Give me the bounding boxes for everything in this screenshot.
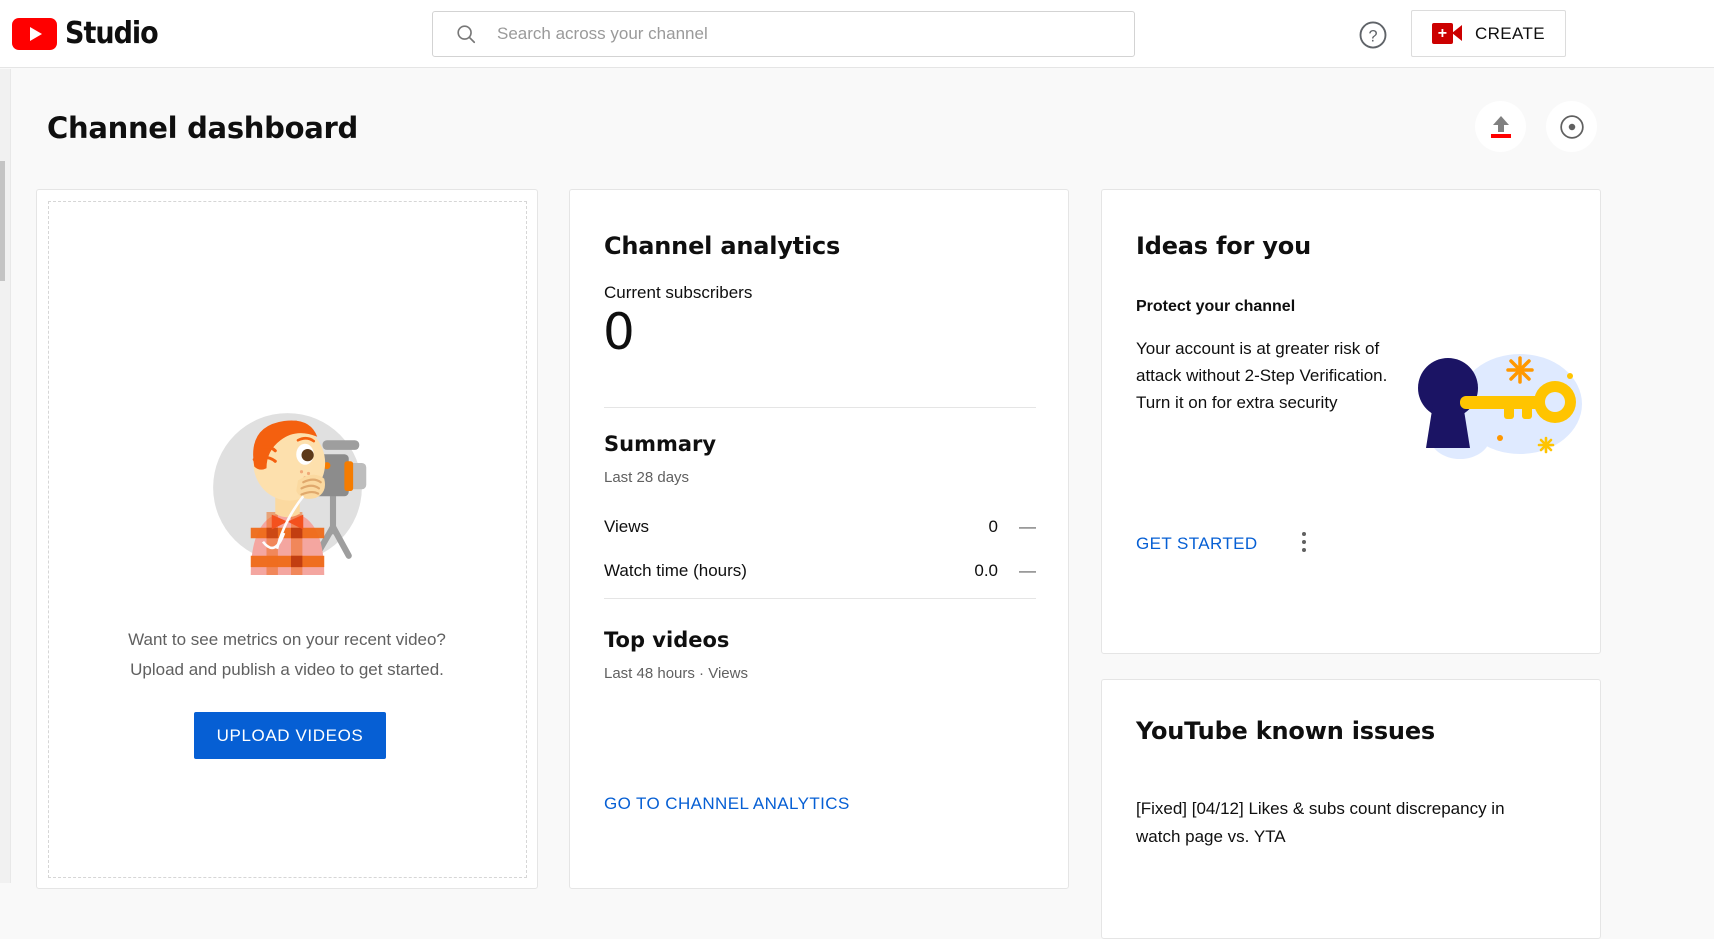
sidebar-scrollbar[interactable] [0,161,5,281]
search-input[interactable] [497,24,1134,44]
metric-value: 0 [988,517,998,536]
page-title: Channel dashboard [47,111,358,145]
studio-logo[interactable]: Studio [12,16,159,51]
channel-analytics-card: Channel analytics Current subscribers 0 … [569,189,1069,889]
summary-period: Last 28 days [604,469,690,486]
create-button-label: CREATE [1474,23,1546,43]
more-options-icon[interactable] [1292,528,1316,556]
current-subscribers-label: Current subscribers [604,283,753,302]
known-issues-title: YouTube known issues [1136,717,1435,745]
go-to-channel-analytics-link[interactable]: GO TO CHANNEL ANALYTICS [604,794,850,814]
go-live-button[interactable] [1546,101,1597,152]
top-videos-title: Top videos [604,628,730,652]
metric-value: 0.0 [974,561,998,580]
youtube-play-icon [12,17,57,50]
metric-trend: — [1019,517,1036,536]
create-button[interactable]: + CREATE [1411,10,1566,57]
current-subscribers-value: 0 [603,303,635,361]
divider [604,598,1036,599]
get-started-link[interactable]: GET STARTED [1136,534,1258,554]
divider [604,407,1036,408]
app-header: Studio ? + CREATE [0,0,1714,68]
metric-label: Watch time (hours) [604,561,747,580]
ideas-for-you-card: Ideas for you Protect your channel Your … [1101,189,1601,654]
upload-video-button[interactable] [1475,101,1526,152]
search-bar[interactable] [432,11,1135,57]
svg-text:?: ? [1368,27,1377,45]
metric-trend: — [1019,561,1036,580]
search-icon [455,23,477,45]
idea-item-title: Protect your channel [1136,298,1296,315]
summary-title: Summary [604,432,717,456]
metric-label: Views [604,517,650,536]
security-key-illustration [1400,342,1590,487]
known-issue-item[interactable]: [Fixed] [04/12] Likes & subs count discr… [1136,795,1536,851]
empty-state-line-2: Upload and publish a video to get starte… [130,660,444,679]
top-videos-period: Last 48 hours · Views [604,665,748,682]
analytics-card-title: Channel analytics [604,232,841,260]
sidebar-rail [0,69,11,883]
studio-logo-text: Studio [65,16,159,51]
video-camera-plus-icon: + [1431,23,1462,44]
known-issues-card: YouTube known issues [Fixed] [04/12] Lik… [1101,679,1601,939]
idea-item-body: Your account is at greater risk of attac… [1136,339,1388,412]
upload-videos-button[interactable]: UPLOAD VIDEOS [194,712,386,759]
live-stream-icon [1559,114,1584,139]
empty-state-line-1: Want to see metrics on your recent video… [128,630,446,649]
ideas-card-title: Ideas for you [1136,232,1311,260]
page-content: Channel dashboard Want to see metrics on… [11,69,1714,939]
metric-row: Views 0 — [604,517,1036,543]
videographer-illustration [37,400,537,575]
upload-icon [1489,115,1513,139]
recent-video-card: Want to see metrics on your recent video… [36,189,538,889]
metric-row: Watch time (hours) 0.0 — [604,561,1036,587]
help-button[interactable]: ? [1356,18,1390,52]
